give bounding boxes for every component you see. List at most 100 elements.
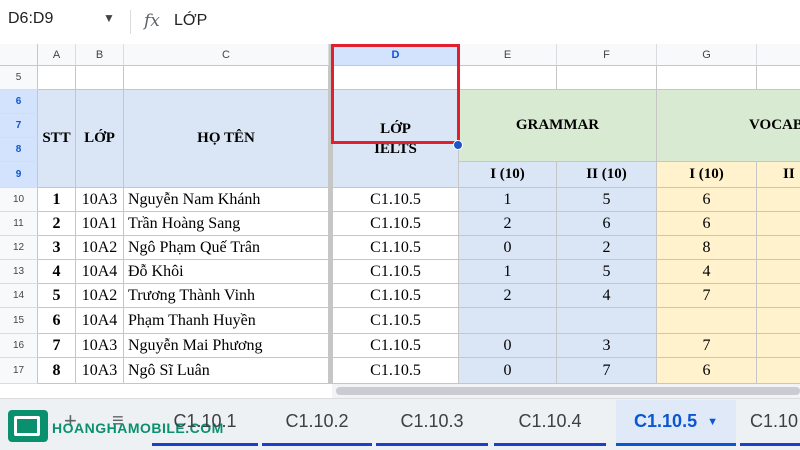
name-box-dropdown-icon[interactable]: ▼	[103, 11, 115, 25]
cell-c5[interactable]	[124, 66, 329, 90]
cell-ho-ten[interactable]: Ngô Sĩ Luân	[124, 358, 329, 384]
cell-lop-ielts[interactable]: C1.10.5	[333, 284, 459, 308]
row-header-12[interactable]: 12	[0, 236, 38, 260]
cell-grammar-i[interactable]: 2	[459, 212, 557, 236]
header-vocab[interactable]: VOCAB	[657, 90, 800, 162]
cell-stt[interactable]: 2	[38, 212, 76, 236]
cell-lop[interactable]: 10A3	[76, 188, 124, 212]
cell-lop[interactable]: 10A3	[76, 334, 124, 358]
row-header-17[interactable]: 17	[0, 358, 38, 384]
cell-grammar-i[interactable]	[459, 308, 557, 334]
cell-grammar-ii[interactable]: 5	[557, 260, 657, 284]
cell-ho-ten[interactable]: Phạm Thanh Huyền	[124, 308, 329, 334]
cell-e5[interactable]	[459, 66, 557, 90]
column-header-a[interactable]: A	[38, 44, 76, 66]
cell-grammar-i[interactable]: 0	[459, 334, 557, 358]
cell-vocab-i[interactable]: 7	[657, 284, 757, 308]
sheet-tab-c1-10[interactable]: C1.10	[740, 400, 800, 446]
formula-input[interactable]: LỚP	[174, 12, 207, 30]
row-header-6[interactable]: 6	[0, 90, 38, 114]
header-stt[interactable]: STT	[38, 90, 76, 188]
freeze-divider[interactable]	[329, 44, 333, 384]
fill-handle[interactable]	[453, 140, 463, 150]
cell-lop-ielts[interactable]: C1.10.5	[333, 334, 459, 358]
cell-vocab-i[interactable]	[657, 308, 757, 334]
cell-grammar-ii[interactable]: 6	[557, 212, 657, 236]
row-header-7[interactable]: 7	[0, 114, 38, 138]
sheet-tab-c1-10-1[interactable]: C1.10.1	[152, 400, 258, 446]
row-header-9[interactable]: 9	[0, 162, 38, 188]
row-header-8[interactable]: 8	[0, 138, 38, 162]
cell-grammar-ii[interactable]: 3	[557, 334, 657, 358]
row-header-5[interactable]: 5	[0, 66, 38, 90]
row-header-14[interactable]: 14	[0, 284, 38, 308]
cell-vocab-i[interactable]: 4	[657, 260, 757, 284]
cell-lop-ielts[interactable]: C1.10.5	[333, 260, 459, 284]
sheet-tab-c1-10-2[interactable]: C1.10.2	[262, 400, 372, 446]
cell-vocab-i[interactable]: 8	[657, 236, 757, 260]
cell-grammar-ii[interactable]: 5	[557, 188, 657, 212]
cell-grammar-i[interactable]: 2	[459, 284, 557, 308]
cell-vocab-ii[interactable]	[757, 284, 800, 308]
cell-lop[interactable]: 10A2	[76, 284, 124, 308]
sheet-tab-c1-10-5[interactable]: C1.10.5 ▼	[616, 400, 736, 446]
header-grammar-ii[interactable]: II (10)	[557, 162, 657, 188]
cell-g5[interactable]	[657, 66, 757, 90]
column-header-h[interactable]	[757, 44, 800, 66]
column-header-f[interactable]: F	[557, 44, 657, 66]
row-header-11[interactable]: 11	[0, 212, 38, 236]
cell-grammar-ii[interactable]: 4	[557, 284, 657, 308]
cell-vocab-i[interactable]: 6	[657, 358, 757, 384]
cell-grammar-i[interactable]: 1	[459, 188, 557, 212]
header-lop[interactable]: LỚP	[76, 90, 124, 188]
sheet-tab-dropdown-icon[interactable]: ▼	[707, 416, 718, 428]
cell-grammar-i[interactable]: 1	[459, 260, 557, 284]
header-ho-ten[interactable]: HỌ TÊN	[124, 90, 329, 188]
cell-lop[interactable]: 10A4	[76, 260, 124, 284]
cell-grammar-ii[interactable]: 2	[557, 236, 657, 260]
sheet-tab-c1-10-4[interactable]: C1.10.4	[494, 400, 606, 446]
cell-lop-ielts[interactable]: C1.10.5	[333, 358, 459, 384]
cell-grammar-i[interactable]: 0	[459, 236, 557, 260]
cell-lop-ielts[interactable]: C1.10.5	[333, 212, 459, 236]
cell-vocab-ii[interactable]	[757, 260, 800, 284]
cell-lop[interactable]: 10A2	[76, 236, 124, 260]
column-header-b[interactable]: B	[76, 44, 124, 66]
cell-lop[interactable]: 10A1	[76, 212, 124, 236]
cell-lop[interactable]: 10A3	[76, 358, 124, 384]
cell-h5[interactable]	[757, 66, 800, 90]
cell-vocab-ii[interactable]	[757, 358, 800, 384]
cell-ho-ten[interactable]: Trương Thành Vinh	[124, 284, 329, 308]
cell-stt[interactable]: 8	[38, 358, 76, 384]
cell-vocab-ii[interactable]	[757, 236, 800, 260]
cell-stt[interactable]: 6	[38, 308, 76, 334]
cell-a5[interactable]	[38, 66, 76, 90]
cell-ho-ten[interactable]: Đỗ Khôi	[124, 260, 329, 284]
cell-vocab-ii[interactable]	[757, 308, 800, 334]
horizontal-scrollbar-thumb[interactable]	[336, 387, 800, 395]
cell-lop[interactable]: 10A4	[76, 308, 124, 334]
row-header-13[interactable]: 13	[0, 260, 38, 284]
cell-stt[interactable]: 5	[38, 284, 76, 308]
cell-f5[interactable]	[557, 66, 657, 90]
row-header-15[interactable]: 15	[0, 308, 38, 334]
cell-d5[interactable]	[333, 66, 459, 90]
header-grammar[interactable]: GRAMMAR	[459, 90, 657, 162]
header-lop-ielts[interactable]: LỚP IELTS	[333, 90, 459, 188]
column-header-d[interactable]: D	[333, 44, 459, 66]
cell-vocab-ii[interactable]	[757, 334, 800, 358]
header-vocab-i[interactable]: I (10)	[657, 162, 757, 188]
cell-ho-ten[interactable]: Nguyễn Nam Khánh	[124, 188, 329, 212]
cell-stt[interactable]: 7	[38, 334, 76, 358]
select-all-corner[interactable]	[0, 44, 38, 66]
sheet-tab-c1-10-3[interactable]: C1.10.3	[376, 400, 488, 446]
name-box[interactable]: D6:D9	[8, 10, 53, 28]
cell-grammar-ii[interactable]: 7	[557, 358, 657, 384]
header-vocab-ii[interactable]: II	[757, 162, 800, 188]
cell-vocab-ii[interactable]	[757, 188, 800, 212]
cell-stt[interactable]: 4	[38, 260, 76, 284]
cell-lop-ielts[interactable]: C1.10.5	[333, 236, 459, 260]
cell-ho-ten[interactable]: Ngô Phạm Quế Trân	[124, 236, 329, 260]
column-header-c[interactable]: C	[124, 44, 329, 66]
cell-vocab-ii[interactable]	[757, 212, 800, 236]
